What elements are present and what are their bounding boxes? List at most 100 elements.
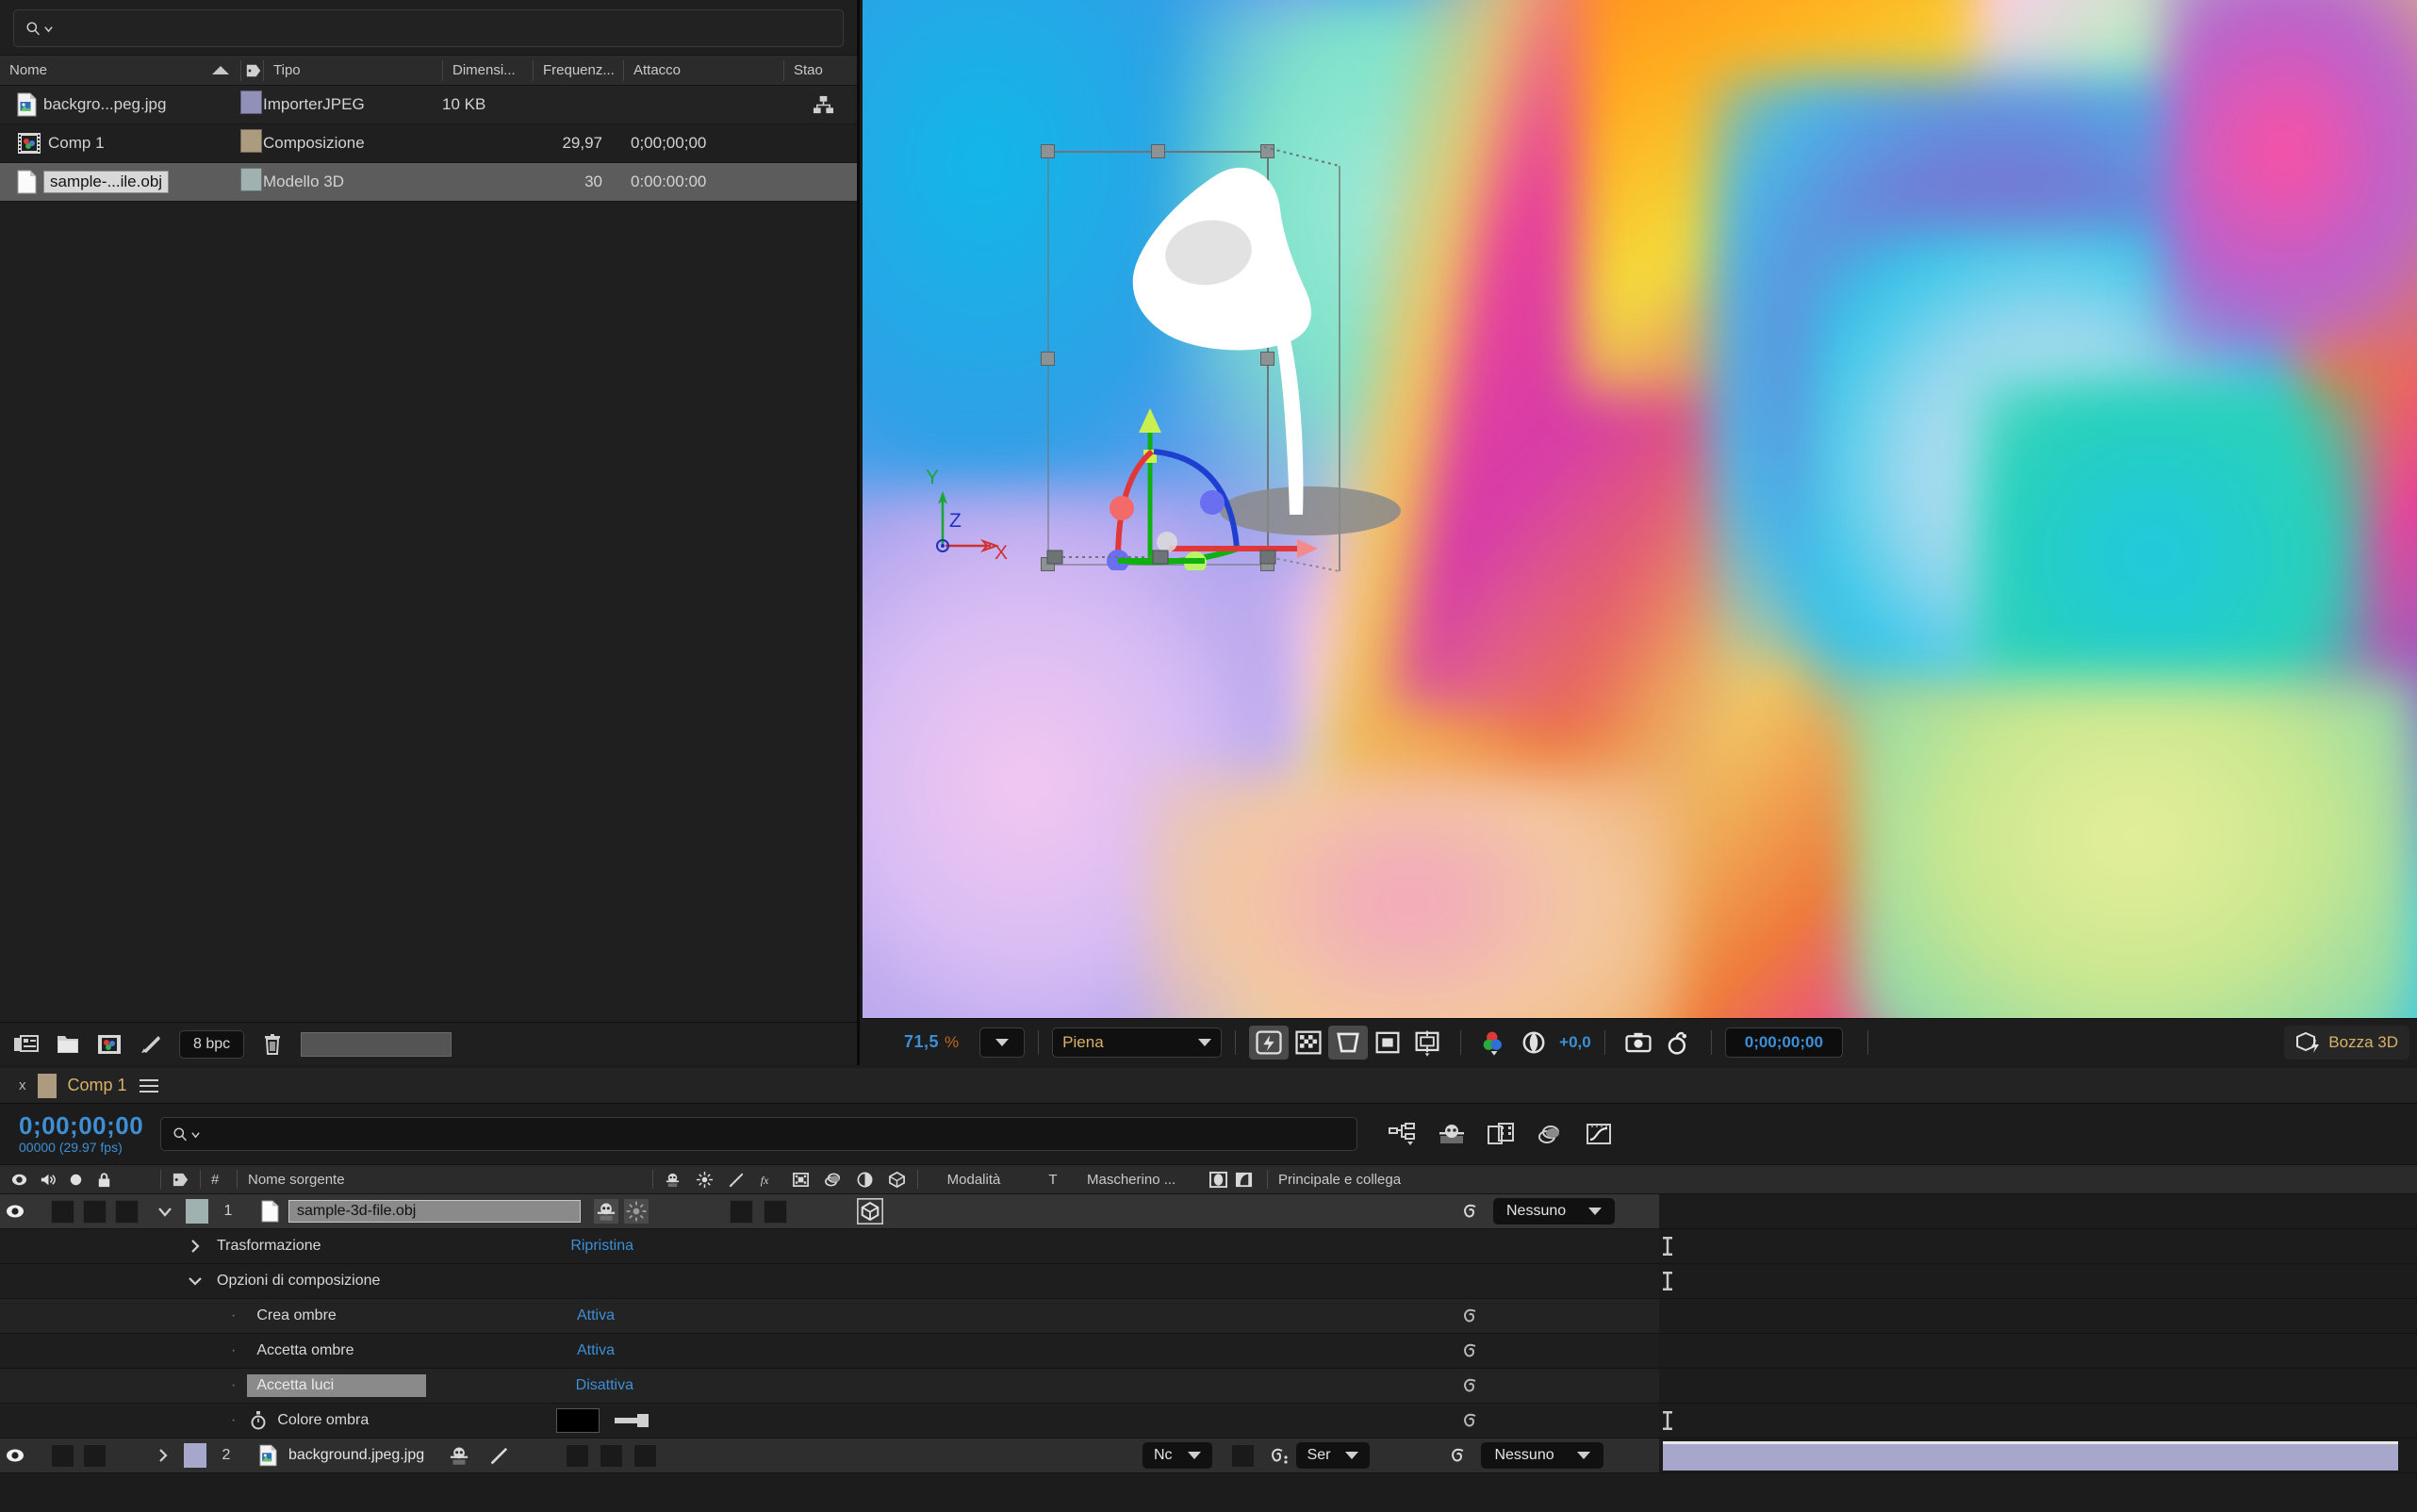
expand-chevron-right-icon[interactable] (187, 1238, 204, 1255)
project-settings-icon[interactable] (138, 1032, 164, 1057)
column-source-name[interactable]: Nome sorgente (238, 1170, 652, 1189)
shy-icon[interactable] (447, 1443, 471, 1468)
motion-blur-icon[interactable] (824, 1171, 842, 1189)
adjustment-layer-icon[interactable] (856, 1171, 874, 1189)
track-matte-pickwhip-icon[interactable] (1268, 1445, 1289, 1466)
timeline-property-row-opzioni-composizione[interactable]: Opzioni di composizione (0, 1264, 2417, 1299)
layer-name-editing[interactable]: sample-3d-file.obj (288, 1200, 581, 1223)
parent-pickwhip-icon[interactable] (1447, 1445, 1468, 1466)
project-footer-field[interactable] (301, 1031, 452, 1057)
column-parent-link[interactable]: Principale e collega (1268, 1170, 2417, 1189)
frame-blending-icon[interactable] (1486, 1121, 1516, 1147)
3d-layer-icon[interactable] (888, 1171, 906, 1189)
eyedropper-icon[interactable] (613, 1409, 652, 1432)
timeline-property-row-trasformazione[interactable]: Trasformazione Ripristina (0, 1229, 2417, 1264)
timeline-layer-row-2[interactable]: 2 background.jpeg.jpg Nc Ser Nessuno (0, 1438, 2417, 1473)
selection-handle[interactable] (1041, 144, 1055, 158)
column-frequenza[interactable]: Frequenz... (533, 59, 623, 81)
exposure-reset-button[interactable] (1514, 1026, 1554, 1060)
layer-duration-bar-2[interactable] (1663, 1441, 2398, 1471)
graph-editor-icon[interactable] (1584, 1121, 1614, 1147)
title-action-safe-button[interactable] (1407, 1026, 1447, 1060)
solo-icon[interactable] (67, 1171, 85, 1189)
column-tipo[interactable]: Tipo (263, 59, 442, 81)
composition-canvas[interactable]: Y X Z (863, 0, 2417, 1018)
matte-alpha-icon[interactable] (1209, 1171, 1227, 1189)
column-t[interactable]: T (1029, 1170, 1077, 1189)
region-of-interest-button[interactable] (1328, 1025, 1369, 1060)
label-swatch[interactable] (240, 168, 262, 191)
property-value[interactable]: Attiva (577, 1307, 615, 1324)
parent-pickwhip-icon[interactable] (1459, 1375, 1480, 1396)
column-dimensioni[interactable]: Dimensi... (442, 59, 533, 81)
layer-fx-toggle[interactable] (566, 1443, 590, 1468)
layer-visibility-icon[interactable] (4, 1202, 27, 1221)
timeline-search-input[interactable] (201, 1126, 1346, 1142)
project-row-name-editing[interactable]: sample-...ile.obj (43, 171, 170, 193)
layer-expand-chevron-down-icon[interactable] (156, 1202, 174, 1221)
project-search-input[interactable] (54, 20, 831, 37)
layer-label-swatch[interactable] (184, 1443, 206, 1468)
current-time[interactable]: 0;00;00;00 (19, 1113, 143, 1140)
new-folder-icon[interactable] (55, 1032, 81, 1057)
layer-solo-toggle[interactable] (83, 1443, 107, 1468)
label-swatch[interactable] (240, 129, 262, 153)
parent-pickwhip-icon[interactable] (1459, 1410, 1480, 1431)
timeline-property-row-crea-ombre[interactable]: · Crea ombre Attiva (0, 1299, 2417, 1334)
column-modalita[interactable]: Modalità (918, 1170, 1029, 1189)
hide-shy-layers-icon[interactable] (1437, 1121, 1467, 1147)
column-label[interactable] (240, 59, 263, 81)
column-nome[interactable]: Nome (0, 60, 240, 81)
parent-pickwhip-icon[interactable] (1459, 1306, 1480, 1326)
parent-dropdown-layer1[interactable]: Nessuno (1493, 1198, 1616, 1224)
frame-blend-icon[interactable] (792, 1171, 810, 1189)
layer-solo-toggle[interactable] (83, 1199, 107, 1224)
collapse-chevron-down-icon[interactable] (187, 1273, 204, 1290)
project-row-comp1[interactable]: Comp 1 Composizione 29,97 0;00;00;00 (0, 124, 857, 163)
timeline-property-row-accetta-ombre[interactable]: · Accetta ombre Attiva (0, 1334, 2417, 1369)
zoom-level[interactable]: 71,5 (904, 1032, 939, 1052)
layer-motionblur-toggle[interactable] (633, 1443, 658, 1468)
tab-comp1-label[interactable]: Comp 1 (68, 1076, 127, 1095)
property-value[interactable]: Attiva (577, 1342, 615, 1359)
layer-audio-toggle[interactable] (51, 1443, 74, 1468)
project-row-sample-obj[interactable]: sample-...ile.obj Modello 3D 30 0:00:00:… (0, 163, 857, 202)
current-time-block[interactable]: 0;00;00;00 00000 (29.97 fps) (19, 1113, 143, 1155)
quality-icon[interactable] (728, 1171, 746, 1189)
parent-pickwhip-icon[interactable] (1459, 1340, 1480, 1361)
layer-motionblur-toggle[interactable] (764, 1199, 787, 1224)
parent-pickwhip-icon[interactable] (1459, 1201, 1480, 1222)
effects-icon[interactable]: fx (760, 1171, 778, 1189)
project-search-field[interactable] (13, 9, 844, 47)
layer-expand-chevron-right-icon[interactable] (154, 1446, 173, 1465)
close-tab-icon[interactable]: x (19, 1077, 26, 1093)
column-stato[interactable]: Stao (783, 59, 857, 81)
motion-blur-icon[interactable] (1535, 1121, 1565, 1147)
layer-audio-toggle[interactable] (51, 1199, 74, 1224)
label-swatch[interactable] (240, 90, 262, 114)
quality-icon[interactable] (488, 1444, 511, 1467)
channel-button[interactable] (1474, 1026, 1514, 1060)
lock-icon[interactable] (95, 1171, 113, 1189)
shadow-color-swatch[interactable] (556, 1408, 600, 1433)
blend-mode-dropdown[interactable]: Nc (1143, 1442, 1212, 1469)
layer-t-toggle[interactable] (1230, 1443, 1255, 1468)
shy-icon[interactable] (664, 1171, 682, 1189)
timeline-layer-row-1[interactable]: 1 sample-3d-file.obj Nessuno (0, 1194, 2417, 1229)
draft-3d-button[interactable]: Bozza 3D (2284, 1025, 2409, 1060)
collapse-transformations-icon[interactable] (696, 1171, 714, 1189)
property-label-selected[interactable]: Accetta luci (247, 1374, 427, 1397)
new-composition-icon[interactable] (96, 1032, 123, 1057)
label-tag-icon[interactable] (172, 1171, 189, 1189)
layer-frameblend-toggle[interactable] (600, 1443, 624, 1468)
timeline-property-row-colore-ombra[interactable]: · Colore ombra (0, 1404, 2417, 1438)
transparency-grid-button[interactable] (1289, 1026, 1328, 1060)
stopwatch-icon[interactable] (249, 1410, 268, 1431)
delete-icon[interactable] (259, 1032, 286, 1057)
property-value[interactable]: Disattiva (576, 1377, 633, 1394)
layer-label-swatch[interactable] (186, 1199, 208, 1224)
layer-name[interactable]: background.jpeg.jpg (288, 1447, 424, 1464)
3d-layer-icon[interactable] (857, 1198, 883, 1224)
viewer-timecode[interactable]: 0;00;00;00 (1724, 1027, 1843, 1058)
exposure-value[interactable]: +0,0 (1559, 1033, 1591, 1052)
